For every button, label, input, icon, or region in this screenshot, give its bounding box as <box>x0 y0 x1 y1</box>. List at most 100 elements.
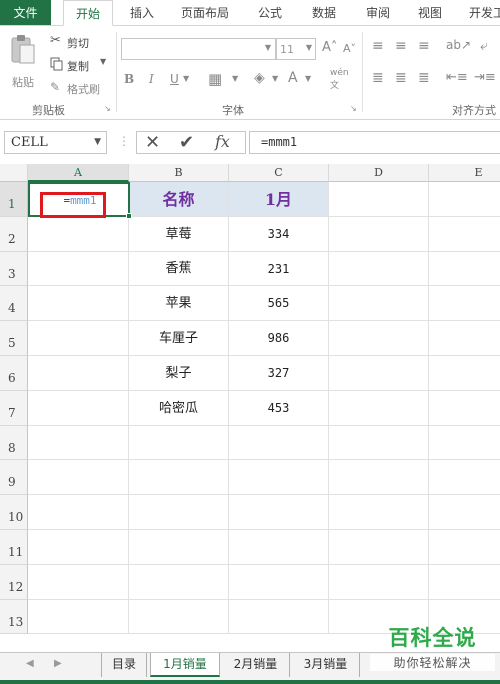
orientation-icon[interactable]: ab↗ <box>446 38 471 52</box>
column-header-a[interactable]: A <box>28 164 129 182</box>
table-cell[interactable] <box>329 426 429 460</box>
chevron-down-icon[interactable]: ▼ <box>183 74 189 83</box>
column-header-e[interactable]: E <box>429 164 500 182</box>
table-cell[interactable]: 车厘子 <box>129 321 229 356</box>
table-cell[interactable]: 香蕉 <box>129 252 229 286</box>
sheet-tab-catalog[interactable]: 目录 <box>101 653 147 677</box>
chevron-down-icon[interactable]: ▼ <box>305 74 311 83</box>
name-box[interactable]: CELL ▼ <box>4 131 107 154</box>
row-header[interactable]: 5 <box>0 321 28 356</box>
tab-data[interactable]: 数据 <box>302 0 346 26</box>
table-cell[interactable] <box>429 217 500 252</box>
sheet-tab-jan[interactable]: 1月销量 <box>150 653 220 677</box>
table-cell[interactable]: 231 <box>229 252 329 286</box>
table-header-cell[interactable]: 名称 <box>129 182 229 217</box>
align-top-icon[interactable]: ≡ <box>372 38 384 54</box>
tab-home[interactable]: 开始 <box>63 0 113 26</box>
row-header[interactable]: 8 <box>0 426 28 460</box>
tab-file[interactable]: 文件 <box>0 0 51 26</box>
table-cell[interactable]: 哈密瓜 <box>129 391 229 426</box>
table-cell[interactable] <box>28 460 129 495</box>
row-header[interactable]: 12 <box>0 565 28 600</box>
increase-font-icon[interactable]: A˄ <box>322 40 337 55</box>
table-header-cell[interactable]: 1月 <box>229 182 329 217</box>
paste-button[interactable]: 粘贴 <box>6 34 40 96</box>
table-cell[interactable] <box>229 600 329 634</box>
table-cell[interactable] <box>28 600 129 634</box>
table-cell[interactable] <box>329 252 429 286</box>
row-header[interactable]: 13 <box>0 600 28 634</box>
table-cell[interactable] <box>329 460 429 495</box>
next-sheet-icon[interactable]: ▶ <box>54 658 62 669</box>
table-cell[interactable] <box>429 321 500 356</box>
row-header[interactable]: 3 <box>0 252 28 286</box>
tab-page-layout[interactable]: 页面布局 <box>174 0 236 26</box>
table-cell[interactable] <box>429 286 500 321</box>
table-cell[interactable] <box>129 460 229 495</box>
table-cell[interactable] <box>229 565 329 600</box>
tab-developer[interactable]: 开发工 <box>462 0 500 26</box>
column-header-d[interactable]: D <box>329 164 429 182</box>
table-cell[interactable] <box>28 391 129 426</box>
row-header[interactable]: 9 <box>0 460 28 495</box>
table-cell[interactable]: 453 <box>229 391 329 426</box>
sheet-tab-mar[interactable]: 3月销量 <box>292 653 360 677</box>
tab-insert[interactable]: 插入 <box>118 0 166 26</box>
table-cell[interactable] <box>229 495 329 530</box>
align-bottom-icon[interactable]: ≡ <box>418 38 430 54</box>
table-cell[interactable] <box>28 530 129 565</box>
fill-color-icon[interactable]: ◈ <box>254 70 265 86</box>
table-cell[interactable] <box>229 460 329 495</box>
increase-indent-icon[interactable]: ⇥≡ <box>474 70 496 85</box>
select-all-corner[interactable] <box>0 164 28 182</box>
table-cell[interactable] <box>28 426 129 460</box>
align-center-icon[interactable]: ≣ <box>395 70 407 86</box>
font-size-select[interactable]: 11 ▼ <box>276 38 316 60</box>
table-cell[interactable]: 苹果 <box>129 286 229 321</box>
more-options-icon[interactable]: ⋮ <box>118 134 130 148</box>
wrap-text-icon[interactable]: ⤶ <box>480 38 488 54</box>
table-cell[interactable] <box>28 356 129 391</box>
row-header[interactable]: 4 <box>0 286 28 321</box>
table-cell[interactable] <box>429 530 500 565</box>
dialog-launcher-icon[interactable]: ↘ <box>104 104 111 113</box>
table-cell[interactable] <box>28 565 129 600</box>
cancel-icon[interactable]: ✕ <box>145 132 160 153</box>
row-header[interactable]: 6 <box>0 356 28 391</box>
table-cell[interactable] <box>429 426 500 460</box>
table-cell[interactable] <box>429 460 500 495</box>
underline-button[interactable]: U <box>170 72 179 86</box>
table-cell[interactable] <box>429 565 500 600</box>
table-cell[interactable] <box>28 321 129 356</box>
copy-button[interactable]: 复制 ▼ <box>50 57 112 73</box>
table-cell[interactable] <box>129 600 229 634</box>
table-cell[interactable] <box>28 252 129 286</box>
decrease-font-icon[interactable]: A˅ <box>343 42 356 55</box>
row-header[interactable]: 2 <box>0 217 28 252</box>
row-header[interactable]: 1 <box>0 182 28 217</box>
font-color-icon[interactable]: A <box>288 70 298 86</box>
align-left-icon[interactable]: ≣ <box>372 70 384 86</box>
chevron-down-icon[interactable]: ▼ <box>94 132 101 153</box>
column-header-b[interactable]: B <box>129 164 229 182</box>
table-cell[interactable] <box>129 426 229 460</box>
align-middle-icon[interactable]: ≡ <box>395 38 407 54</box>
table-cell[interactable] <box>429 391 500 426</box>
table-cell[interactable]: 草莓 <box>129 217 229 252</box>
table-cell[interactable] <box>329 565 429 600</box>
cut-button[interactable]: ✂ 剪切 <box>50 33 100 50</box>
table-cell[interactable] <box>329 182 429 217</box>
chevron-down-icon[interactable]: ▼ <box>272 74 278 83</box>
table-cell[interactable] <box>429 356 500 391</box>
table-cell[interactable] <box>229 426 329 460</box>
table-cell[interactable]: 986 <box>229 321 329 356</box>
table-cell[interactable]: 327 <box>229 356 329 391</box>
table-cell[interactable]: 梨子 <box>129 356 229 391</box>
table-cell[interactable] <box>28 495 129 530</box>
enter-icon[interactable]: ✔ <box>179 132 194 153</box>
font-name-select[interactable]: ▼ <box>121 38 276 60</box>
phonetic-guide-icon[interactable]: wén 文 <box>330 68 349 91</box>
format-painter-button[interactable]: ✎ 格式刷 <box>50 80 112 96</box>
italic-button[interactable]: I <box>149 72 154 86</box>
table-cell[interactable] <box>429 182 500 217</box>
